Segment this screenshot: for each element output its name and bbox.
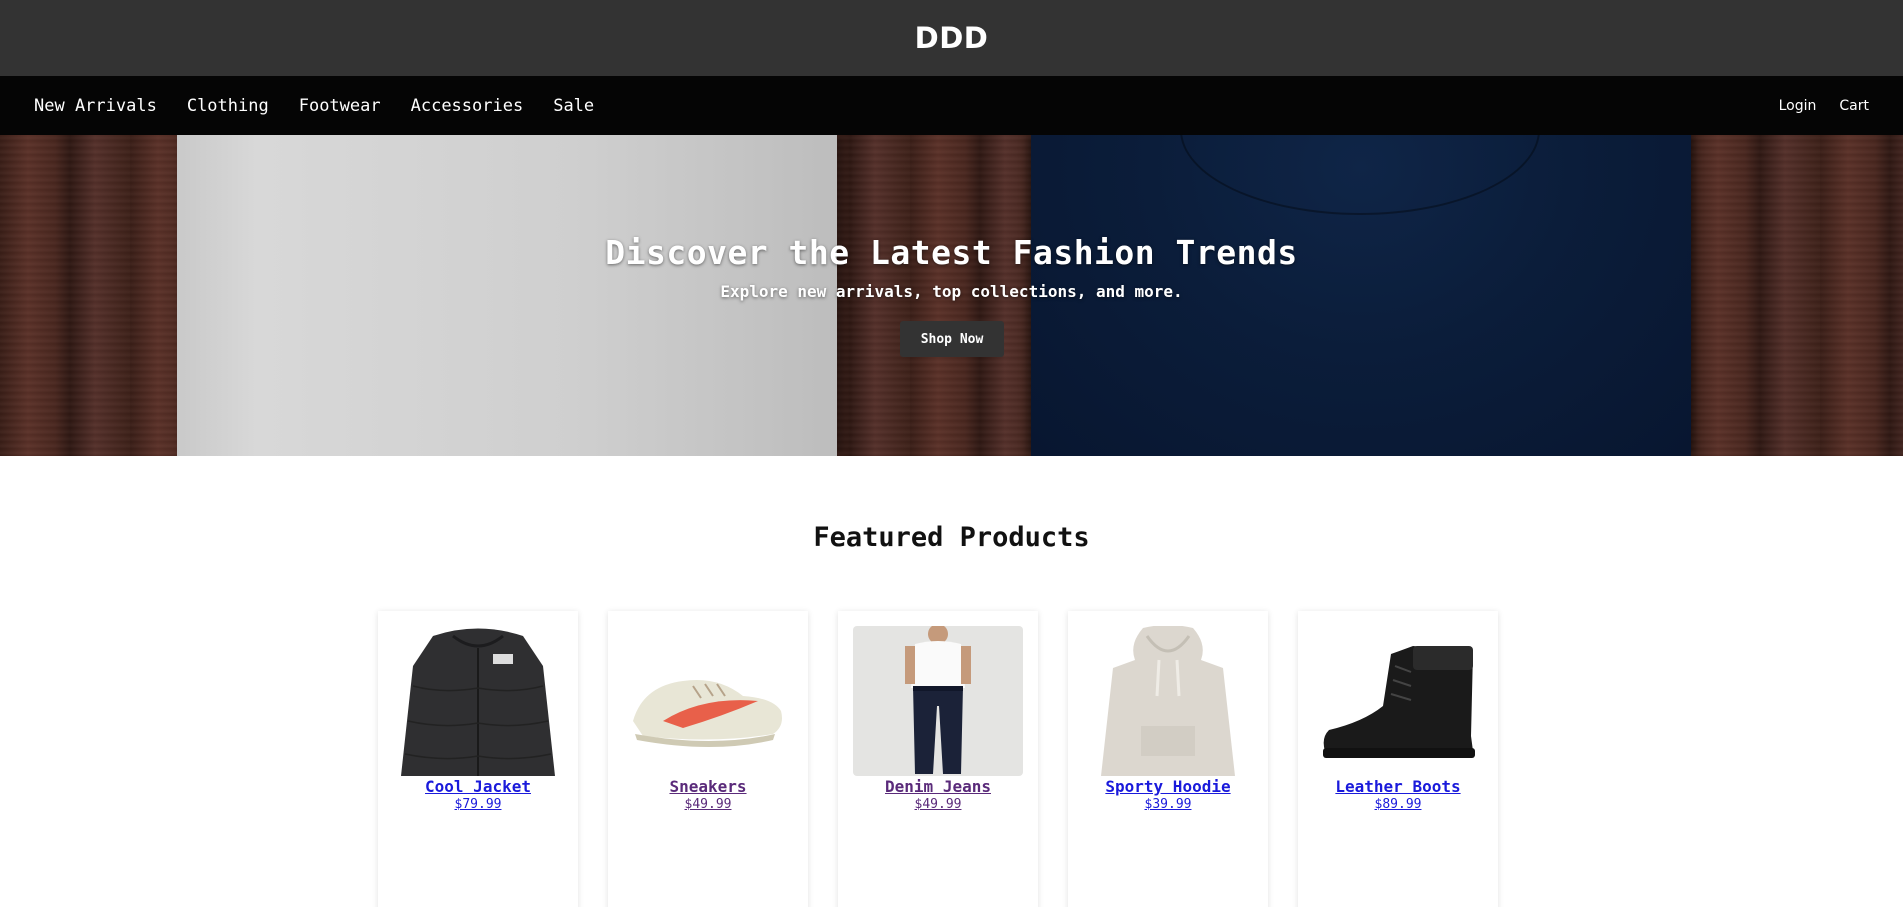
login-link[interactable]: Login — [1779, 98, 1817, 114]
featured-products-heading: Featured Products — [813, 522, 1090, 553]
product-name-sneakers[interactable]: Sneakers — [608, 777, 808, 796]
boots-image[interactable] — [1313, 626, 1483, 776]
product-price[interactable]: $49.99 — [838, 797, 1038, 812]
nav-categories: New Arrivals Clothing Footwear Accessori… — [34, 96, 594, 116]
product-grid: Cool Jacket $79.99 Sneakers $49.99 Denim… — [378, 611, 1498, 907]
brand-logo[interactable]: DDD — [915, 21, 989, 55]
hero-banner: Discover the Latest Fashion Trends Explo… — [0, 135, 1903, 456]
product-name-sporty-hoodie[interactable]: Sporty Hoodie — [1068, 777, 1268, 796]
nav-sale[interactable]: Sale — [553, 96, 594, 116]
site-header: DDD — [0, 0, 1903, 76]
nav-new-arrivals[interactable]: New Arrivals — [34, 96, 157, 116]
product-card[interactable]: Sneakers $49.99 — [608, 611, 808, 907]
nav-clothing[interactable]: Clothing — [187, 96, 269, 116]
nav-account: Login Cart — [1779, 98, 1869, 114]
jeans-image[interactable] — [853, 626, 1023, 776]
main-nav: New Arrivals Clothing Footwear Accessori… — [0, 76, 1903, 135]
nav-accessories[interactable]: Accessories — [411, 96, 524, 116]
product-price[interactable]: $89.99 — [1298, 797, 1498, 812]
cart-link[interactable]: Cart — [1839, 98, 1869, 114]
product-name-cool-jacket[interactable]: Cool Jacket — [378, 777, 578, 796]
product-card[interactable]: Denim Jeans $49.99 — [838, 611, 1038, 907]
sneakers-image[interactable] — [623, 626, 793, 776]
shop-now-button[interactable]: Shop Now — [900, 321, 1004, 357]
hero-title: Discover the Latest Fashion Trends — [605, 233, 1298, 272]
nav-footwear[interactable]: Footwear — [299, 96, 381, 116]
product-card[interactable]: Cool Jacket $79.99 — [378, 611, 578, 907]
product-name-leather-boots[interactable]: Leather Boots — [1298, 777, 1498, 796]
product-price[interactable]: $79.99 — [378, 797, 578, 812]
jacket-image[interactable] — [393, 626, 563, 776]
product-name-denim-jeans[interactable]: Denim Jeans — [838, 777, 1038, 796]
product-price[interactable]: $39.99 — [1068, 797, 1268, 812]
hero-content: Discover the Latest Fashion Trends Explo… — [0, 135, 1903, 456]
product-card[interactable]: Sporty Hoodie $39.99 — [1068, 611, 1268, 907]
product-card[interactable]: Leather Boots $89.99 — [1298, 611, 1498, 907]
product-price[interactable]: $49.99 — [608, 797, 808, 812]
hoodie-image[interactable] — [1083, 626, 1253, 776]
hero-subtitle: Explore new arrivals, top collections, a… — [720, 282, 1183, 301]
